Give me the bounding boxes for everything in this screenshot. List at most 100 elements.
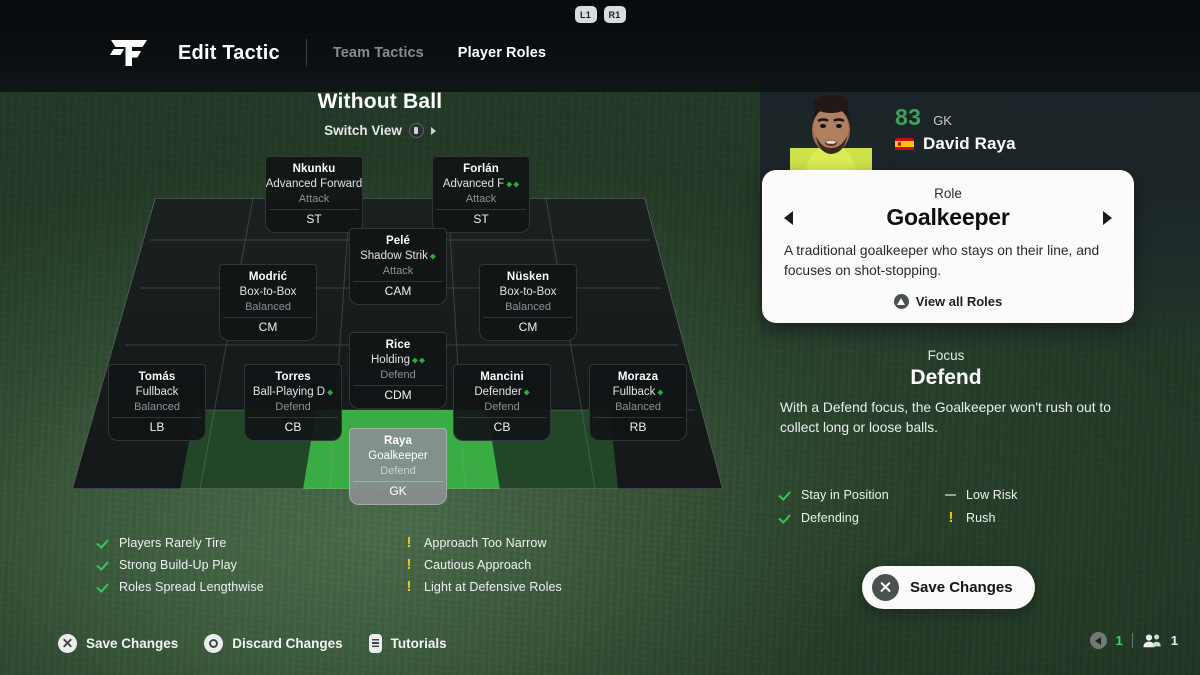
player-card-role: Box-to-Box <box>499 286 557 298</box>
dash-icon <box>945 494 957 496</box>
pip-icon <box>657 389 664 396</box>
pip-icon <box>429 253 436 260</box>
shoulder-button-r1[interactable]: R1 <box>603 6 626 23</box>
player-card-position: CB <box>248 417 338 436</box>
player-card-focus: Balanced <box>615 401 661 413</box>
player-card-position: CAM <box>353 281 443 300</box>
player-card-forln[interactable]: Forlán Advanced F Attack ST <box>432 156 530 233</box>
tab-player-roles[interactable]: Player Roles <box>458 45 546 61</box>
player-card-focus: Balanced <box>134 401 180 413</box>
warning-insight-list: ! Approach Too Narrow! Cautious Approach! L… <box>403 534 562 594</box>
player-card-role: Goalkeeper <box>368 450 428 462</box>
pip-icon <box>412 357 418 364</box>
player-card-role: Shadow Strik <box>360 250 428 262</box>
page-title: Edit Tactic <box>178 41 280 64</box>
insight-label: Strong Build-Up Play <box>119 558 238 572</box>
player-card-name: Tomás <box>138 371 176 383</box>
insight-warning: ! Cautious Approach <box>403 557 562 572</box>
player-card-nsken[interactable]: Nüsken Box-to-Box Balanced CM <box>479 264 577 341</box>
player-card-nkunku[interactable]: Nkunku Advanced Forward Attack ST <box>265 156 363 233</box>
player-card-moraza[interactable]: Moraza Fullback Balanced RB <box>589 364 687 441</box>
trait-column-right: Low Risk ! Rush <box>945 488 1018 525</box>
role-familiarity-pips <box>412 357 425 364</box>
trait-column-left: Stay in Position Defending <box>780 488 945 525</box>
player-card-name: Nkunku <box>292 163 336 175</box>
player-card-position: RB <box>593 417 683 436</box>
bottom-button-save-changes[interactable]: Save Changes <box>58 634 178 653</box>
pitch-header: Without Ball Switch View <box>0 90 760 138</box>
player-card-role-line: Ball-Playing D <box>248 385 338 400</box>
player-card-torres[interactable]: Torres Ball-Playing D Defend CB <box>244 364 342 441</box>
player-card-role: Defender <box>474 386 522 398</box>
triangle-button-icon <box>893 294 909 309</box>
insight-label: Players Rarely Tire <box>119 536 227 550</box>
chevron-right-icon <box>430 126 436 135</box>
role-familiarity-pips <box>327 389 334 396</box>
insight-label: Low Risk <box>966 488 1018 502</box>
ea-fc-logo-icon <box>110 40 147 66</box>
player-card-position: GK <box>353 481 443 500</box>
insight-label: Rush <box>966 511 996 525</box>
check-icon <box>780 512 792 524</box>
player-card-focus: Defend <box>380 465 416 477</box>
insight-positive: Strong Build-Up Play <box>98 558 403 572</box>
role-familiarity-pips <box>523 389 530 396</box>
insight-label: Roles Spread Lengthwise <box>119 580 264 594</box>
cross-button-icon <box>58 634 77 653</box>
chevron-left-icon[interactable] <box>784 210 793 225</box>
tab-team-tactics[interactable]: Team Tactics <box>333 45 424 61</box>
player-card-role: Fullback <box>612 386 656 398</box>
shoulder-button-l1[interactable]: L1 <box>574 6 597 23</box>
switch-view-button[interactable]: Switch View <box>0 123 760 138</box>
player-card-position: CDM <box>353 385 443 404</box>
pip-icon <box>506 181 513 188</box>
insight-label: Defending <box>801 511 859 525</box>
trait-row: ! Rush <box>945 510 1018 525</box>
bottom-button-discard-changes[interactable]: Discard Changes <box>204 634 343 653</box>
right-stick-icon <box>408 123 424 138</box>
player-card-name: Rice <box>385 339 411 351</box>
role-card-label: Role <box>934 186 962 201</box>
circle-button-icon <box>204 634 224 653</box>
player-card-name: Mancini <box>480 371 524 383</box>
focus-label: Focus <box>927 348 965 363</box>
player-position: GK <box>933 113 952 128</box>
bottom-action-bar: Save Changes Discard Changes Tutorials <box>58 634 447 653</box>
insight-label: Cautious Approach <box>424 558 532 572</box>
player-card-role: Holding <box>371 354 410 366</box>
role-selector[interactable]: Goalkeeper <box>784 204 1112 231</box>
player-card-pel[interactable]: Pelé Shadow Strik Attack CAM <box>349 228 447 305</box>
warning-icon: ! <box>406 534 412 551</box>
role-familiarity-pips <box>506 181 520 188</box>
player-card-name: Torres <box>275 371 311 383</box>
bottom-button-tutorials[interactable]: Tutorials <box>368 634 447 653</box>
player-card-focus: Attack <box>465 193 497 205</box>
player-card-role-line: Box-to-Box <box>223 285 313 300</box>
player-card-raya[interactable]: Raya Goalkeeper Defend GK <box>349 428 447 505</box>
player-card-mancini[interactable]: Mancini Defender Defend CB <box>453 364 551 441</box>
left-arrow-circle-icon <box>1089 632 1107 649</box>
player-card-modri[interactable]: Modrić Box-to-Box Balanced CM <box>219 264 317 341</box>
player-card-position: CB <box>457 417 547 436</box>
player-card-rice[interactable]: Rice Holding Defend CDM <box>349 332 447 409</box>
player-card-toms[interactable]: Tomás Fullback Balanced LB <box>108 364 206 441</box>
insight-positive: Roles Spread Lengthwise <box>98 580 403 594</box>
check-icon <box>98 559 110 571</box>
player-card-focus: Defend <box>275 401 311 413</box>
insight-label: Stay in Position <box>801 488 889 502</box>
players-count: 1 <box>1170 633 1178 648</box>
check-icon <box>98 537 110 549</box>
player-card-name: Moraza <box>617 371 659 383</box>
chevron-right-icon[interactable] <box>1102 210 1112 225</box>
player-card-role-line: Fullback <box>593 385 683 400</box>
view-all-roles-button[interactable]: View all Roles <box>784 294 1112 309</box>
save-changes-button[interactable]: Save Changes <box>862 566 1035 609</box>
insight-label: Light at Defensive Roles <box>424 580 562 594</box>
bottom-button-label: Discard Changes <box>232 636 343 651</box>
player-card-focus: Attack <box>298 193 330 205</box>
player-card-role-line: Holding <box>353 353 443 368</box>
player-card-role-line: Fullback <box>112 385 202 400</box>
focus-name: Defend <box>910 366 982 389</box>
player-card-position: CM <box>483 317 573 336</box>
trait-row: Stay in Position <box>780 488 945 502</box>
